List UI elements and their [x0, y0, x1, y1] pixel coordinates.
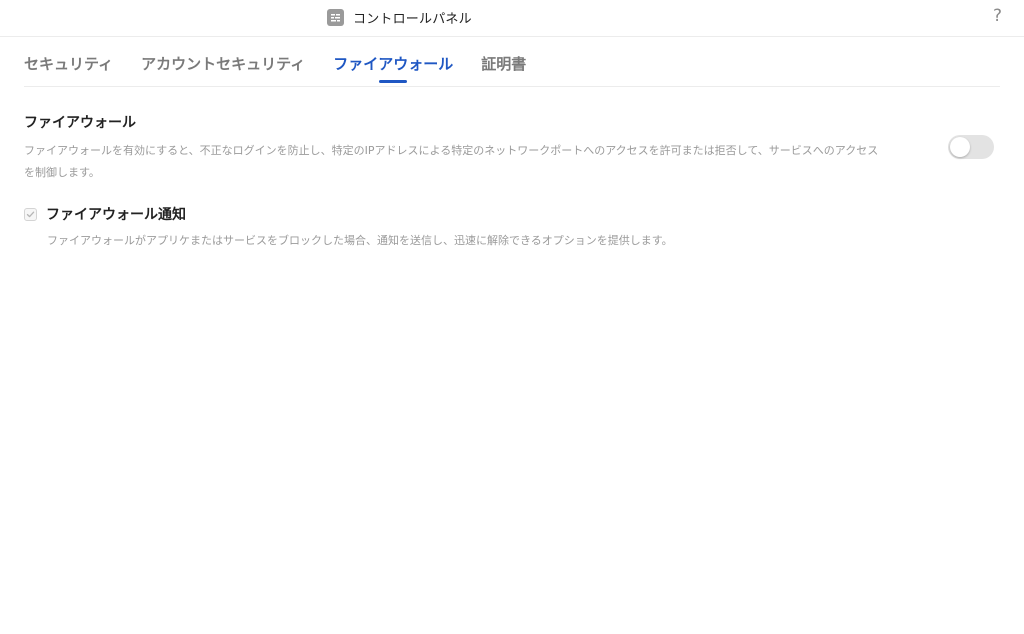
firewall-toggle[interactable]	[948, 135, 994, 159]
firewall-section: ファイアウォール ファイアウォールを有効にすると、不正なログインを防止し、特定の…	[24, 113, 1000, 184]
control-panel-icon	[327, 8, 344, 26]
tab-certificates[interactable]: 証明書	[481, 37, 526, 74]
tab-account-security[interactable]: アカウントセキュリティ	[141, 37, 305, 74]
firewall-notification-section: ファイアウォール通知 ファイアウォールがアプリケまたはサービスをブロックした場合…	[24, 204, 1000, 249]
notification-checkbox[interactable]	[24, 207, 37, 221]
tab-bar: セキュリティ アカウントセキュリティ ファイアウォール 証明書	[24, 37, 1000, 87]
checkmark-icon	[26, 211, 35, 217]
notification-row: ファイアウォール通知	[24, 204, 1000, 224]
tab-firewall[interactable]: ファイアウォール	[333, 37, 454, 83]
window-title: コントロールパネル	[353, 11, 472, 27]
tab-label: 証明書	[481, 55, 527, 73]
tab-label: ファイアウォール	[333, 55, 454, 73]
notification-description: ファイアウォールがアプリケまたはサービスをブロックした場合、通知を送信し、迅速に…	[47, 234, 673, 247]
active-tab-indicator	[379, 80, 408, 83]
help-icon[interactable]: ?	[993, 6, 1002, 26]
control-panel-window: コントロールパネル ? セキュリティ アカウントセキュリティ ファイアウォール …	[0, 0, 1024, 634]
tab-security[interactable]: セキュリティ	[24, 37, 113, 74]
notification-label: ファイアウォール通知	[46, 207, 186, 223]
window-title-group: コントロールパネル	[327, 7, 472, 27]
firewall-description: ファイアウォールを有効にすると、不正なログインを防止し、特定のIPアドレスによる…	[24, 144, 879, 179]
tab-label: アカウントセキュリティ	[141, 55, 306, 73]
firewall-title: ファイアウォール	[24, 115, 136, 131]
title-bar: コントロールパネル ?	[0, 0, 1024, 37]
toggle-knob	[950, 137, 970, 157]
tab-label: セキュリティ	[24, 55, 114, 73]
